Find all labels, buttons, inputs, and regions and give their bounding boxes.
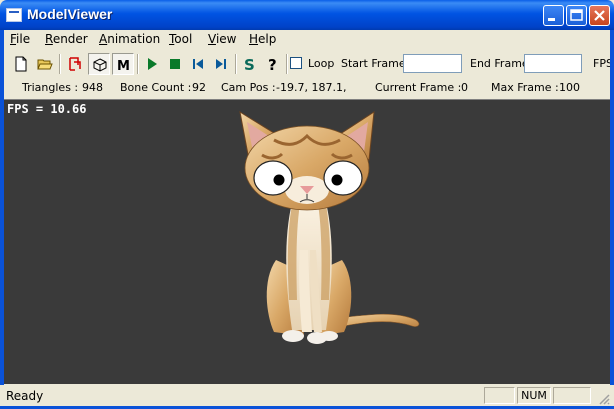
menu-animation[interactable]: Animation: [99, 32, 160, 46]
loop-checkbox[interactable]: [290, 57, 302, 69]
s-button[interactable]: S: [239, 53, 261, 75]
play-button[interactable]: [141, 53, 163, 75]
maximize-button[interactable]: [566, 5, 587, 26]
current-frame-value: 0: [461, 81, 468, 94]
svg-text:?: ?: [268, 56, 277, 72]
end-frame-input[interactable]: [524, 54, 582, 73]
loop-label: Loop: [308, 57, 335, 70]
skip-back-button[interactable]: [187, 53, 209, 75]
mesh-button[interactable]: [88, 53, 110, 75]
max-frame-label: Max Frame :: [491, 81, 559, 94]
skip-forward-button[interactable]: [210, 53, 232, 75]
start-frame-label: Start Frame: [341, 57, 406, 70]
menu-help[interactable]: Help: [249, 32, 276, 46]
skip-back-icon: [193, 59, 203, 69]
stop-button[interactable]: [164, 53, 186, 75]
status-panel: [553, 387, 591, 404]
toolbar-separator: [137, 54, 139, 74]
title-bar[interactable]: ModelViewer: [0, 0, 614, 30]
cam-pos-label: Cam Pos :: [221, 81, 276, 94]
status-text: Ready: [6, 389, 44, 403]
app-icon: [6, 8, 22, 22]
m-icon: M: [117, 59, 130, 73]
open-folder-icon: [37, 59, 53, 70]
window-title: ModelViewer: [27, 6, 113, 22]
menu-tool[interactable]: Tool: [169, 32, 192, 46]
bone-count-value: 92: [192, 81, 206, 94]
fps-label: FPS: [593, 57, 610, 70]
render-viewport[interactable]: FPS = 10.66: [4, 99, 610, 384]
triangles-value: 948: [82, 81, 103, 94]
new-file-button[interactable]: [10, 53, 32, 75]
stop-icon: [170, 59, 180, 69]
skip-forward-icon: [216, 59, 226, 69]
select-icon: [69, 57, 81, 71]
toolbar-separator: [235, 54, 237, 74]
cat-model: [239, 110, 420, 344]
triangles-label: Triangles :: [22, 81, 79, 94]
maximize-icon: [570, 9, 583, 21]
max-frame-value: 100: [559, 81, 580, 94]
help-button[interactable]: ?: [262, 53, 284, 75]
menu-view[interactable]: View: [208, 32, 236, 46]
mesh-icon: [93, 58, 107, 72]
close-button[interactable]: [589, 5, 610, 26]
menu-file[interactable]: File: [10, 32, 30, 46]
svg-text:S: S: [244, 56, 255, 72]
current-frame-label: Current Frame :: [375, 81, 462, 94]
application-window: ModelViewer File Render Animation Tool V…: [0, 0, 614, 409]
status-panel: [484, 387, 515, 404]
minimize-icon: [548, 18, 555, 21]
info-bar: Triangles : 948 Bone Count : 92 Cam Pos …: [4, 78, 610, 98]
menu-render[interactable]: Render: [45, 32, 88, 46]
s-icon: S: [244, 56, 255, 72]
m-button[interactable]: M: [112, 53, 134, 75]
cam-pos-value: -19.7, 187.1,: [276, 81, 347, 94]
open-button[interactable]: [34, 53, 56, 75]
minimize-button[interactable]: [543, 5, 564, 26]
window-border-right: [610, 30, 614, 409]
new-file-icon: [15, 56, 27, 72]
start-frame-input[interactable]: [403, 54, 462, 73]
menu-bar: File Render Animation Tool View Help: [4, 30, 610, 50]
svg-text:M: M: [117, 59, 130, 73]
toolbar-separator: [286, 54, 288, 74]
end-frame-label: End Frame: [470, 57, 529, 70]
select-button[interactable]: [64, 53, 86, 75]
help-icon: ?: [268, 56, 277, 72]
toolbar-separator: [59, 54, 61, 74]
play-icon: [148, 58, 157, 70]
bone-count-label: Bone Count :: [120, 81, 192, 94]
close-icon: [594, 10, 605, 21]
num-lock-indicator: NUM: [517, 387, 551, 404]
resize-grip-icon[interactable]: [598, 393, 610, 405]
